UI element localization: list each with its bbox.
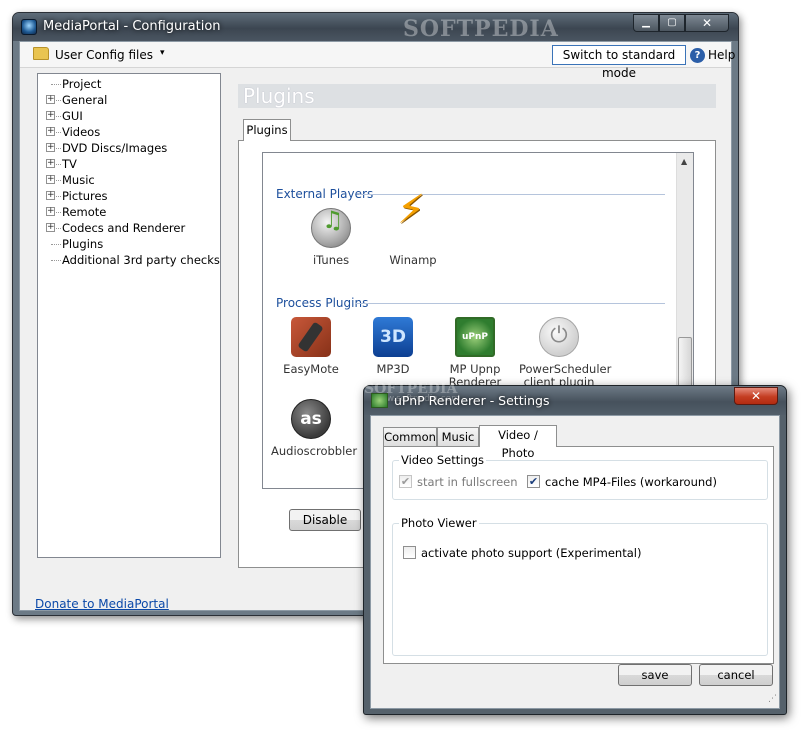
tree-connector [51,244,61,245]
expand-icon[interactable]: + [46,143,55,152]
settings-tree[interactable]: Project + General + GUI + Videos + DVD Discs/Ima… [37,73,221,558]
cache-mp4-label: cache MP4-Files (workaround) [545,475,717,489]
help-icon[interactable]: ? [690,48,705,63]
user-config-menu[interactable]: User Config files [55,48,153,62]
tab-video-photo[interactable]: Video / Photo [479,425,557,460]
upnp-icon: uPnP [455,317,495,357]
expand-icon[interactable]: + [46,207,55,216]
tree-item-label: Pictures [62,189,108,203]
tree-connector [51,260,61,261]
tab-common[interactable]: Common [383,427,437,446]
dialog-close-button[interactable]: ✕ [734,387,778,405]
plugin-label: EasyMote [283,362,339,376]
mediaportal-app-icon [21,19,37,35]
scroll-up-arrow-icon[interactable]: ▲ [681,157,687,166]
start-fullscreen-label: start in fullscreen [417,475,518,489]
tree-item-label: Plugins [62,237,104,251]
tree-item-label: GUI [62,109,83,123]
plugin-item[interactable]: uPnP MP Upnp Renderer [435,317,515,389]
dialog-title: uPnP Renderer - Settings [394,393,550,408]
disable-button[interactable]: Disable [289,509,361,531]
section-title: Plugins [243,84,315,108]
expand-icon[interactable]: + [46,159,55,168]
tree-item-label: DVD Discs/Images [62,141,168,155]
close-button[interactable]: ✕ [685,14,729,32]
title-bar[interactable]: MediaPortal - Configuration SOFTPEDIA ▁ … [13,13,738,42]
plugin-label: iTunes [312,253,350,267]
tree-connector [51,84,61,85]
expand-icon[interactable]: + [46,95,55,104]
upnp-settings-dialog: SOFTPEDIA www.softpedia.com uPnP Rendere… [363,381,787,715]
switch-to-standard-mode-button[interactable]: Switch to standard mode [552,45,686,80]
start-fullscreen-checkbox[interactable]: ✔ [399,475,412,488]
upnp-dialog-icon [371,393,388,408]
tree-item-label: Project [62,77,102,91]
winamp-icon [393,204,433,248]
minimize-button[interactable]: ▁ [633,14,659,32]
plugin-item[interactable]: 3D MP3D [353,317,433,376]
cache-mp4-checkbox[interactable]: ✔ [527,475,540,488]
plugin-item[interactable]: ⏻ PowerScheduler client plugin [519,317,611,389]
tree-item-label: Additional 3rd party checks [62,253,220,267]
dialog-title-bar[interactable]: SOFTPEDIA www.softpedia.com uPnP Rendere… [364,381,786,415]
expand-icon[interactable]: + [46,223,55,232]
expand-icon[interactable]: + [46,191,55,200]
video-settings-legend: Video Settings [399,453,487,467]
folder-icon[interactable] [33,47,49,60]
tree-item-label: Remote [62,205,107,219]
tree-item-label: Codecs and Renderer [62,221,186,235]
help-link[interactable]: Help [708,48,735,62]
tab-plugins[interactable]: Plugins [243,119,291,141]
plugin-label: Winamp [389,253,437,267]
itunes-icon [311,208,351,248]
plugin-label: MP3D [376,362,410,376]
video-photo-panel: Video Settings ✔ start in fullscreen ✔ c… [383,446,774,664]
window-title: MediaPortal - Configuration [43,19,221,34]
tree-item-label: TV [62,157,77,171]
chevron-down-icon[interactable]: ▾ [160,48,165,58]
audioscrobbler-icon: as [291,399,331,439]
tree-item-label: General [62,93,108,107]
easymote-icon [291,317,331,357]
section-header: Plugins [238,84,716,108]
photo-support-checkbox[interactable] [403,546,416,559]
expand-icon[interactable]: + [46,127,55,136]
save-button[interactable]: save [618,664,692,686]
group-divider [355,303,665,304]
plugin-item[interactable]: iTunes [291,208,371,267]
plugin-item[interactable]: EasyMote [271,317,351,376]
photo-viewer-legend: Photo Viewer [399,516,479,530]
mp3d-icon: 3D [373,317,413,357]
tree-item-label: Music [62,173,95,187]
photo-support-label: activate photo support (Experimental) [421,546,642,560]
expand-icon[interactable]: + [46,111,55,120]
power-icon: ⏻ [539,317,579,357]
plugin-item[interactable]: Winamp [373,204,453,267]
donate-link[interactable]: Donate to MediaPortal [35,597,169,611]
maximize-button[interactable]: ▢ [659,14,685,32]
cancel-button[interactable]: cancel [699,664,773,686]
video-settings-group: Video Settings ✔ start in fullscreen ✔ c… [392,453,768,500]
dialog-client-area: Common Music Video / Photo Video Setting… [370,415,780,709]
tree-item-label: Videos [62,125,101,139]
resize-grip-icon[interactable]: ⋰ [768,694,777,704]
photo-viewer-group: Photo Viewer activate photo support (Exp… [392,516,768,656]
tab-music[interactable]: Music [437,427,479,446]
plugin-item[interactable]: as Audioscrobbler [271,399,358,458]
softpedia-watermark: SOFTPEDIA [403,16,559,42]
toolbar: User Config files ▾ Switch to standard m… [20,42,735,80]
plugin-label: Audioscrobbler [271,444,358,458]
expand-icon[interactable]: + [46,175,55,184]
